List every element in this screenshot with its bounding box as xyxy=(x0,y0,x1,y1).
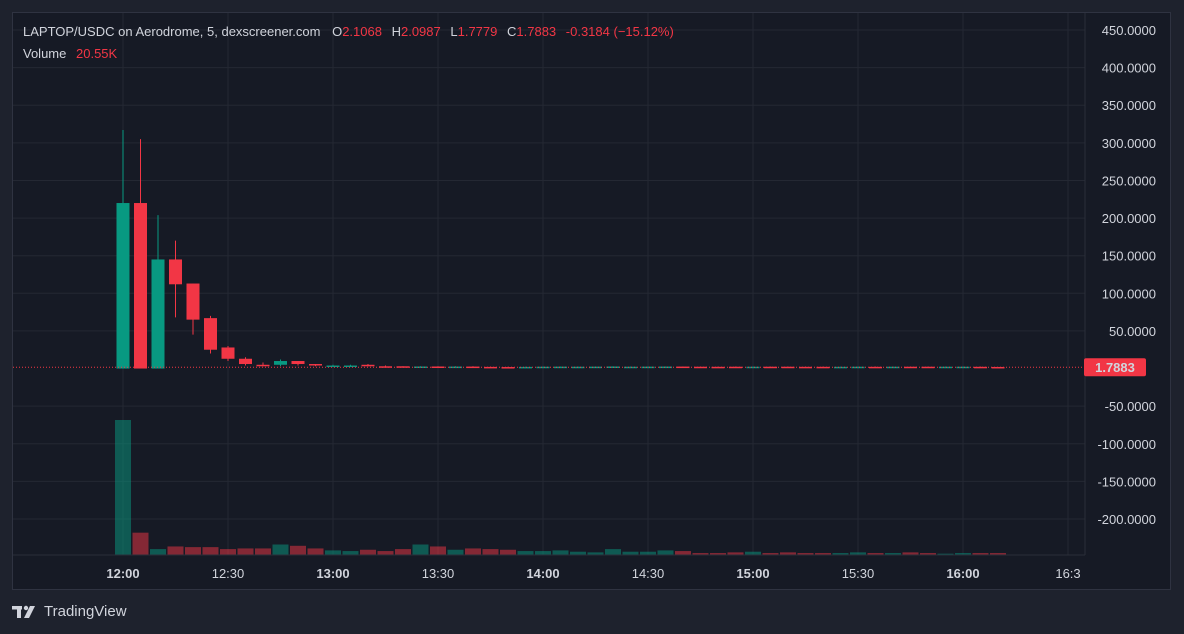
volume-bar xyxy=(342,551,359,555)
volume-bar xyxy=(150,549,166,555)
time-tick-label: 13:30 xyxy=(422,566,455,581)
candle-body xyxy=(291,361,305,365)
volume-bar xyxy=(237,548,254,555)
price-tick-label: -200.0000 xyxy=(1097,512,1156,527)
chart-panel[interactable]: 450.0000 400.0000 350.0000 300.0000 250.0000… xyxy=(12,12,1171,590)
time-tick-label: 14:00 xyxy=(526,566,559,581)
candle-body xyxy=(274,361,287,365)
volume-bar xyxy=(500,549,516,555)
volume-bar xyxy=(395,549,411,555)
volume-bar xyxy=(132,532,149,555)
volume-bars xyxy=(115,420,1006,555)
volume-bar xyxy=(272,544,289,555)
price-tick-label: -50.0000 xyxy=(1105,399,1156,414)
price-tick-label: 100.0000 xyxy=(1102,286,1156,301)
volume-bar xyxy=(307,548,324,555)
time-tick-label: 16:3 xyxy=(1055,566,1080,581)
volume-bar xyxy=(605,549,621,555)
candle-body xyxy=(116,203,130,369)
volume-bar xyxy=(430,546,446,555)
volume-bar xyxy=(552,550,569,555)
candle-body xyxy=(151,259,165,369)
volume-bar xyxy=(517,551,534,555)
price-tick-label: 300.0000 xyxy=(1102,136,1156,151)
candlestick-chart[interactable]: 450.0000 400.0000 350.0000 300.0000 250.0000… xyxy=(13,13,1170,589)
volume-bar xyxy=(675,551,691,555)
price-tick-label: 350.0000 xyxy=(1102,98,1156,113)
price-tick-label: -150.0000 xyxy=(1097,474,1156,489)
volume-label: Volume xyxy=(23,46,67,61)
high-value: 2.0987 xyxy=(400,24,441,39)
price-tick-label: 150.0000 xyxy=(1102,249,1156,264)
price-tick-label: 200.0000 xyxy=(1102,211,1156,226)
volume-bar xyxy=(220,549,236,555)
volume-bar xyxy=(115,420,131,555)
time-axis: 12:00 12:30 13:00 13:30 14:00 14:30 15:00 15:30… xyxy=(106,566,1080,581)
volume-bar xyxy=(290,545,306,555)
time-tick-label: 14:30 xyxy=(632,566,665,581)
symbol-title[interactable]: LAPTOP/USDC on Aerodrome, 5, dexscreener… xyxy=(23,24,320,39)
volume-bar xyxy=(185,547,201,555)
candle-body xyxy=(186,283,200,320)
candle-body xyxy=(309,364,322,366)
volume-bar xyxy=(535,551,551,555)
candle-body xyxy=(239,358,252,365)
candle-body xyxy=(256,364,270,367)
candles xyxy=(116,130,1005,369)
volume-bar xyxy=(377,551,394,555)
price-tick-label: 400.0000 xyxy=(1102,61,1156,76)
volume-legend: Volume 20.55K xyxy=(23,46,117,61)
price-tick-label: 450.0000 xyxy=(1102,23,1156,38)
price-axis: 450.0000 400.0000 350.0000 300.0000 250.0000… xyxy=(1097,23,1156,527)
candle-body xyxy=(361,364,375,367)
candle-body xyxy=(204,318,217,350)
last-price-badge: 1.7883 xyxy=(1084,358,1146,377)
volume-bar xyxy=(465,548,481,555)
volume-bar xyxy=(412,544,429,555)
volume-bar xyxy=(255,548,271,555)
volume-bar xyxy=(447,549,464,555)
volume-bar xyxy=(167,546,184,555)
candle-body xyxy=(134,203,147,369)
change-value: -0.3184 (−15.12%) xyxy=(565,24,674,39)
time-tick-label: 12:30 xyxy=(212,566,245,581)
low-label: L xyxy=(450,24,458,39)
price-tick-label: -100.0000 xyxy=(1097,437,1156,452)
time-tick-label: 15:00 xyxy=(736,566,769,581)
volume-bar xyxy=(325,550,341,555)
candle-body xyxy=(169,259,182,285)
close-label: C xyxy=(507,24,517,39)
open-value: 2.1068 xyxy=(342,24,382,39)
candle-body xyxy=(221,347,235,359)
volume-value: 20.55K xyxy=(76,46,118,61)
time-tick-label: 16:00 xyxy=(946,566,979,581)
tradingview-logo-text: TradingView xyxy=(44,603,127,620)
tradingview-logo[interactable]: TradingView xyxy=(12,603,127,620)
last-price-badge-label: 1.7883 xyxy=(1095,360,1135,375)
close-value: 1.7883 xyxy=(516,24,557,39)
low-value: 1.7779 xyxy=(457,24,498,39)
ohlc-legend: LAPTOP/USDC on Aerodrome, 5, dexscreener… xyxy=(23,24,674,39)
price-tick-label: 250.0000 xyxy=(1102,173,1156,188)
time-tick-label: 15:30 xyxy=(842,566,875,581)
tradingview-logo-icon xyxy=(12,605,35,618)
time-tick-label: 13:00 xyxy=(316,566,349,581)
volume-bar xyxy=(657,550,674,555)
high-label: H xyxy=(391,24,401,39)
time-tick-label: 12:00 xyxy=(106,566,139,581)
price-tick-label: 50.0000 xyxy=(1109,324,1156,339)
volume-bar xyxy=(360,549,376,555)
open-label: O xyxy=(332,24,343,39)
volume-bar xyxy=(482,549,499,555)
volume-bar xyxy=(202,547,219,555)
